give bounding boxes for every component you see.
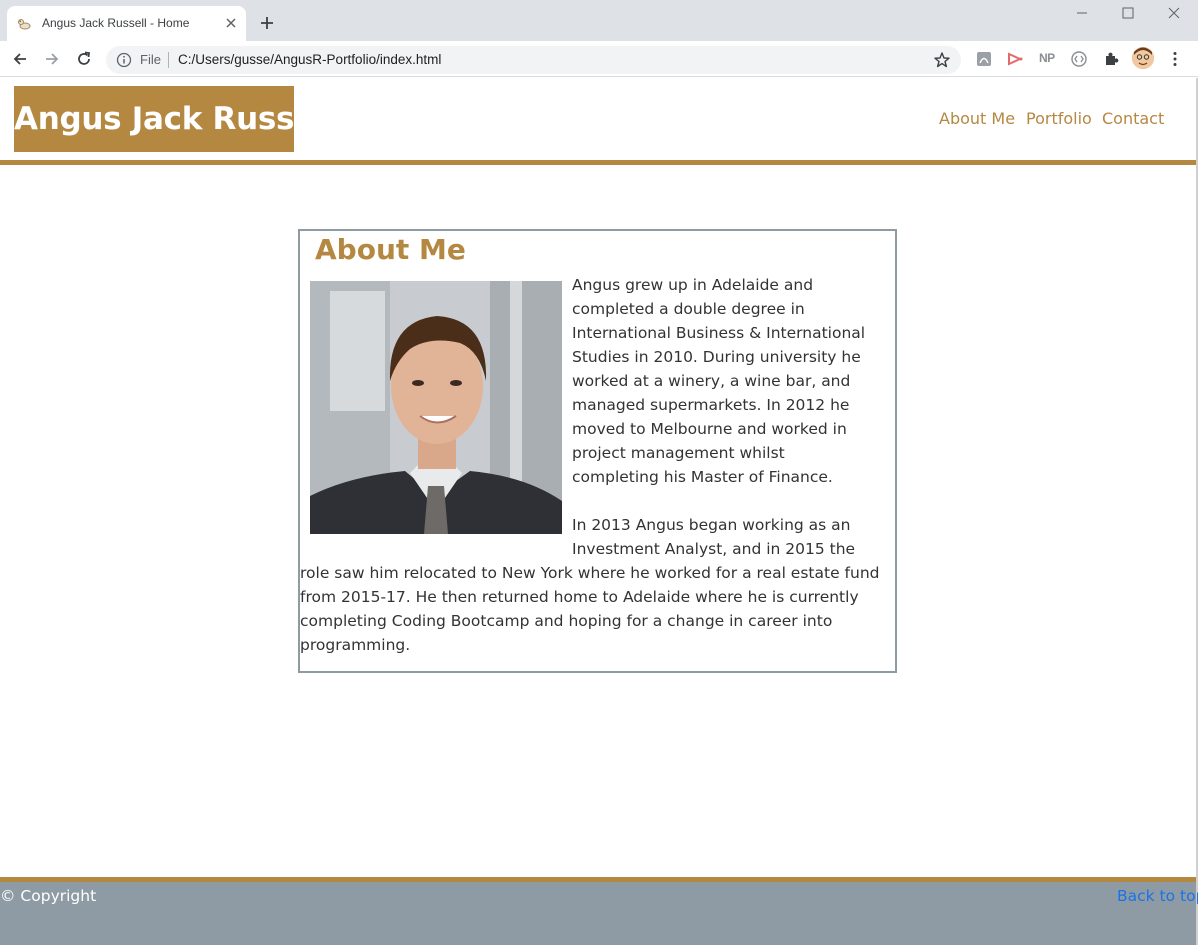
about-text-line: In 2013 Angus began working as an xyxy=(572,516,851,534)
url-text[interactable]: C:/Users/gusse/AngusR-Portfolio/index.ht… xyxy=(178,52,441,67)
browser-menu-icon[interactable] xyxy=(1166,50,1184,68)
reload-icon[interactable] xyxy=(75,50,93,68)
about-text-line: completed a double degree in xyxy=(572,300,805,318)
site-info-icon[interactable] xyxy=(116,52,132,68)
new-tab-icon[interactable] xyxy=(258,14,276,32)
browser-tab-strip: Angus Jack Russell - Home xyxy=(0,0,1198,41)
back-to-top-link[interactable]: Back to top xyxy=(1117,887,1198,905)
close-window-icon[interactable] xyxy=(1167,6,1181,20)
browser-toolbar: File C:/Users/gusse/AngusR-Portfolio/ind… xyxy=(0,41,1198,77)
about-text-line: managed supermarkets. In 2012 he xyxy=(572,396,850,414)
close-tab-icon[interactable] xyxy=(223,15,239,31)
profile-avatar[interactable] xyxy=(1132,47,1154,69)
portrait-image xyxy=(310,281,562,534)
site-footer: © Copyright Back to top xyxy=(0,877,1198,945)
address-divider xyxy=(168,52,169,68)
nav-link-about-me[interactable]: About Me xyxy=(939,109,1015,128)
tab-title: Angus Jack Russell - Home xyxy=(42,16,190,30)
file-scheme-label: File xyxy=(140,52,161,67)
minimize-window-icon[interactable] xyxy=(1075,6,1089,20)
about-text-line: Studies in 2010. During university he xyxy=(572,348,861,366)
site-header: Angus Jack Russell About Me Portfolio Co… xyxy=(0,78,1196,165)
site-logo[interactable]: Angus Jack Russell xyxy=(14,86,336,152)
back-arrow-icon[interactable] xyxy=(11,50,29,68)
bookmark-star-icon[interactable] xyxy=(933,51,951,69)
nav-link-portfolio[interactable]: Portfolio xyxy=(1026,109,1092,128)
maximize-window-icon[interactable] xyxy=(1121,6,1135,20)
about-text-line: project management whilst xyxy=(572,444,785,462)
about-text-line: completing Coding Bootcamp and hoping fo… xyxy=(300,612,833,630)
copyright-text: © Copyright xyxy=(0,887,97,905)
np-extension-icon[interactable]: NP xyxy=(1039,51,1055,65)
forward-arrow-icon[interactable] xyxy=(43,50,61,68)
about-text-line: completing his Master of Finance. xyxy=(572,468,833,486)
dog-favicon-icon xyxy=(18,19,31,30)
about-text-line: moved to Melbourne and worked in xyxy=(572,420,847,438)
about-me-section: About Me Angus grew up in Adelaide and c xyxy=(298,229,897,673)
about-text-line: International Business & International xyxy=(572,324,866,342)
pdf-extension-icon[interactable] xyxy=(975,50,993,68)
about-text-line: worked at a winery, a wine bar, and xyxy=(572,372,851,390)
about-text-line: role saw him relocated to New York where… xyxy=(300,564,880,582)
profile-photo xyxy=(310,281,562,534)
about-text-line: programming. xyxy=(300,636,411,654)
nav-link-contact[interactable]: Contact xyxy=(1102,109,1164,128)
profile-face-icon xyxy=(1132,47,1154,69)
page-viewport: Angus Jack Russell About Me Portfolio Co… xyxy=(0,78,1198,945)
address-bar[interactable]: File C:/Users/gusse/AngusR-Portfolio/ind… xyxy=(106,46,961,74)
extensions-puzzle-icon[interactable] xyxy=(1102,50,1120,68)
code-extension-icon[interactable] xyxy=(1070,50,1088,68)
browser-tab[interactable]: Angus Jack Russell - Home xyxy=(7,6,246,41)
about-text-line: from 2015-17. He then returned home to A… xyxy=(300,588,859,606)
video-extension-icon[interactable] xyxy=(1006,50,1024,68)
about-me-heading: About Me xyxy=(315,233,466,266)
about-text-line: Angus grew up in Adelaide and xyxy=(572,276,814,294)
about-text-line: Investment Analyst, and in 2015 the xyxy=(572,540,856,558)
